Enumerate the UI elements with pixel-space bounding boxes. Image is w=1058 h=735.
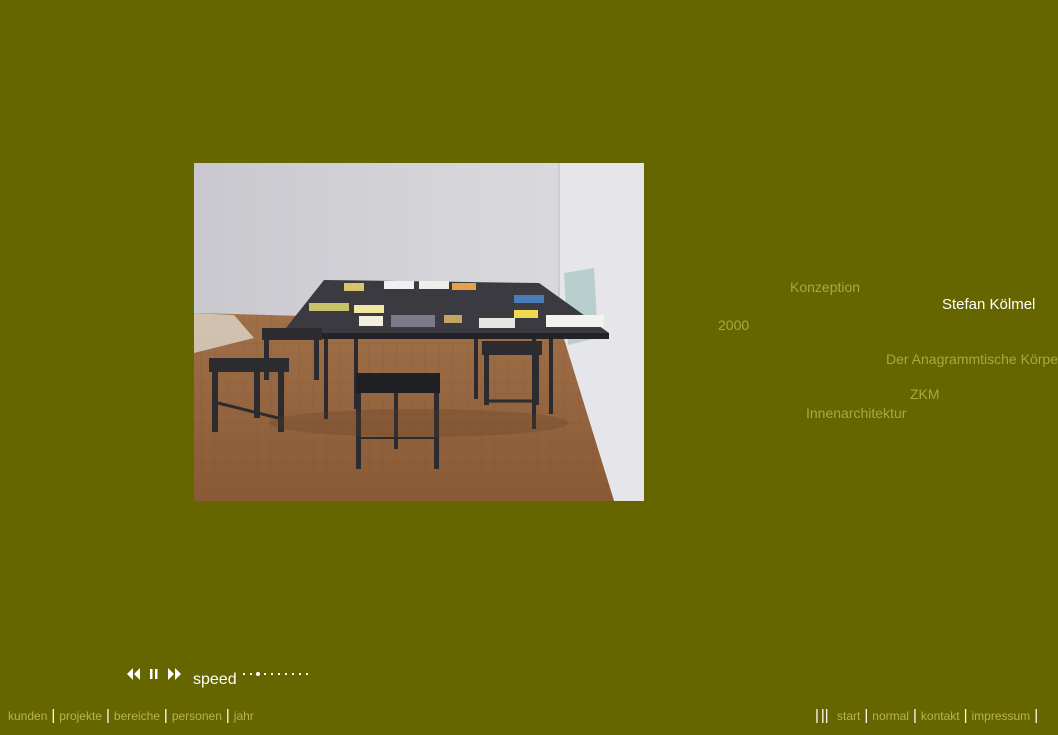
tag-year[interactable]: 2000 — [718, 317, 749, 333]
nav-bereiche[interactable]: bereiche — [114, 709, 160, 723]
nav-separator: | — [912, 707, 917, 724]
tag-category[interactable]: Konzeption — [790, 279, 860, 295]
nav-kunden[interactable]: kunden — [8, 709, 47, 723]
nav-start[interactable]: start — [837, 709, 860, 723]
tag-client[interactable]: ZKM — [910, 386, 940, 402]
speed-step[interactable] — [243, 673, 245, 675]
pause-icon[interactable] — [146, 666, 162, 682]
nav-separator: | — [864, 707, 869, 724]
speed-step[interactable] — [285, 673, 287, 675]
speed-step[interactable] — [292, 673, 294, 675]
main-nav: kunden | projekte | bereiche | personen | jahr — [8, 707, 254, 725]
slideshow-player: speed — [126, 666, 326, 688]
nav-separator: | — [1034, 707, 1039, 724]
meta-nav: | || start | normal | kontakt | impressum | — [814, 707, 1042, 725]
tag-project[interactable]: Der Anagrammtische Körper — [886, 351, 1058, 367]
tag-person[interactable]: Stefan Kölmel — [942, 297, 1035, 313]
speed-step[interactable] — [306, 673, 308, 675]
nav-personen[interactable]: personen — [172, 709, 222, 723]
speed-slider[interactable] — [243, 671, 315, 679]
speed-step[interactable] — [271, 673, 273, 675]
nav-separator: | — [225, 707, 230, 724]
project-photo[interactable] — [194, 163, 644, 501]
nav-kontakt[interactable]: kontakt — [921, 709, 960, 723]
nav-normal[interactable]: normal — [872, 709, 909, 723]
nav-separator: | — [163, 707, 168, 724]
speed-label: speed — [193, 671, 237, 688]
nav-jahr[interactable]: jahr — [234, 709, 254, 723]
speed-step[interactable] — [250, 673, 252, 675]
rewind-icon[interactable] — [126, 666, 142, 682]
fast-forward-icon[interactable] — [166, 666, 182, 682]
page: Konzeption Stefan Kölmel 2000 Der Anagra… — [0, 0, 1058, 735]
speed-step[interactable] — [256, 672, 260, 676]
speed-step[interactable] — [264, 673, 266, 675]
nav-separator: | — [51, 707, 56, 724]
speed-step[interactable] — [299, 673, 301, 675]
nav-impressum[interactable]: impressum — [972, 709, 1031, 723]
nav-separator: || — [820, 707, 829, 724]
nav-projekte[interactable]: projekte — [59, 709, 102, 723]
tag-area[interactable]: Innenarchitektur — [806, 405, 906, 421]
nav-separator: | — [105, 707, 110, 724]
nav-separator: | — [963, 707, 968, 724]
speed-step[interactable] — [278, 673, 280, 675]
